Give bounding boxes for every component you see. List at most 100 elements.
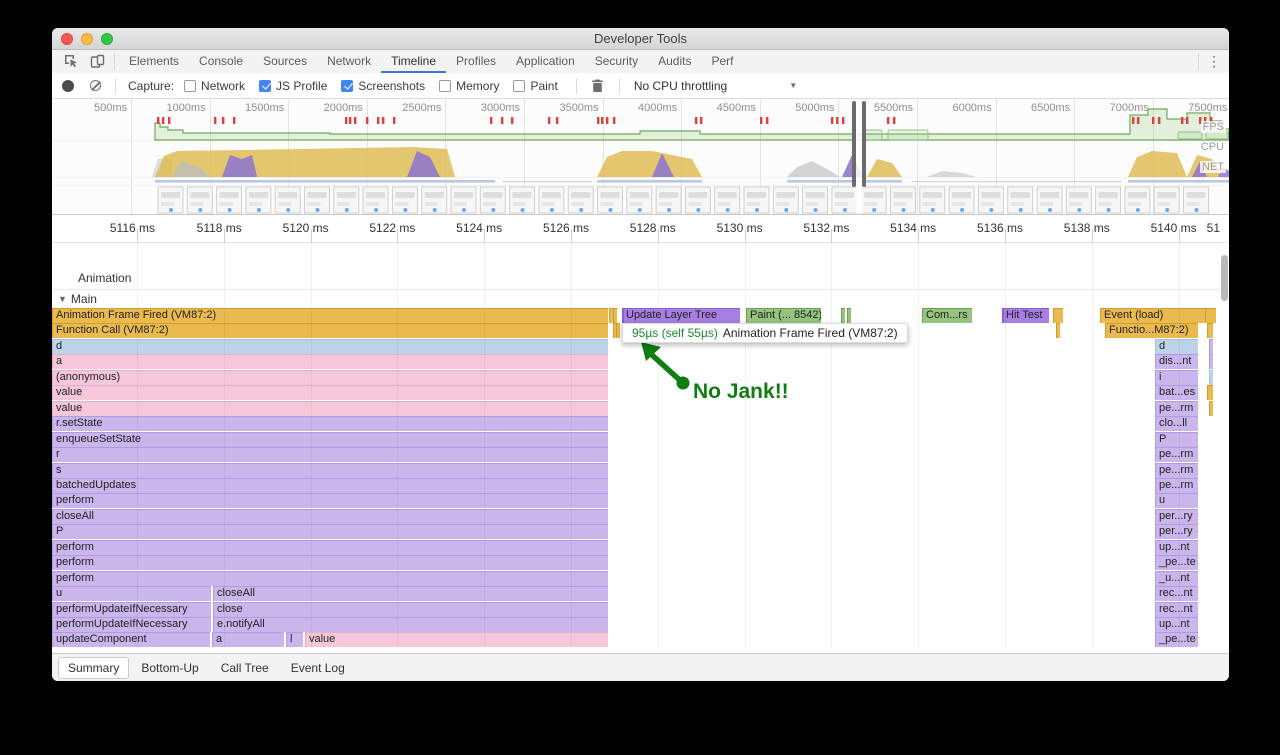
- checkbox-box-icon[interactable]: [184, 80, 196, 92]
- flame-segment-d[interactable]: d: [1155, 339, 1198, 354]
- flame-segment-up-nt[interactable]: up...nt: [1155, 617, 1198, 632]
- flame-segment-close[interactable]: close: [213, 602, 608, 617]
- minimize-button[interactable]: [81, 33, 93, 45]
- flame-segment-value[interactable]: value: [305, 632, 608, 647]
- flame-segment-pe-rm[interactable]: pe...rm: [1155, 447, 1198, 462]
- flame-segment-perform[interactable]: perform: [52, 555, 608, 570]
- flame-segment[interactable]: [613, 308, 617, 323]
- flame-segment[interactable]: [1056, 323, 1060, 338]
- checkbox-memory[interactable]: Memory: [439, 79, 499, 93]
- tab-application[interactable]: Application: [506, 50, 585, 73]
- tab-network[interactable]: Network: [317, 50, 381, 73]
- flame-segment-batchedupdates[interactable]: batchedUpdates: [52, 478, 608, 493]
- flame-segment[interactable]: [1209, 401, 1213, 416]
- flame-segment-u[interactable]: u: [1155, 493, 1198, 508]
- flame-segment-value[interactable]: value: [52, 401, 608, 416]
- flame-segment[interactable]: [1209, 370, 1213, 385]
- flame-segment-perform[interactable]: perform: [52, 493, 608, 508]
- checkbox-paint[interactable]: Paint: [513, 79, 557, 93]
- kebab-menu-icon[interactable]: ⋮: [1203, 50, 1225, 73]
- flame-segment-performupdateifnecessary[interactable]: performUpdateIfNecessary: [52, 617, 211, 632]
- flame-segment[interactable]: [1207, 323, 1213, 338]
- vertical-scrollbar[interactable]: [1221, 255, 1228, 301]
- flame-segment-function-call-vm87-2[interactable]: Function Call (VM87:2): [52, 323, 608, 338]
- flame-segment-anonymous[interactable]: (anonymous): [52, 370, 608, 385]
- flame-segment-hit-test[interactable]: Hit Test: [1002, 308, 1049, 323]
- tab-timeline[interactable]: Timeline: [381, 50, 446, 73]
- flame-segment-rec-nt[interactable]: rec...nt: [1155, 586, 1198, 601]
- flame-segment-pe-te[interactable]: _pe...te: [1155, 555, 1198, 570]
- flame-segment-r-setstate[interactable]: r.setState: [52, 416, 608, 431]
- flame-segment-rec-nt[interactable]: rec...nt: [1155, 602, 1198, 617]
- flame-segment[interactable]: [1207, 385, 1213, 400]
- flame-segment-d[interactable]: d: [52, 339, 608, 354]
- flame-segment-pe-rm[interactable]: pe...rm: [1155, 478, 1198, 493]
- flame-segment-pe-rm[interactable]: pe...rm: [1155, 401, 1198, 416]
- main-section-toggle[interactable]: ▼ Main: [58, 290, 97, 308]
- flame-segment-performupdateifnecessary[interactable]: performUpdateIfNecessary: [52, 602, 211, 617]
- details-tab-bottom-up[interactable]: Bottom-Up: [131, 657, 208, 679]
- flame-segment-a[interactable]: a: [212, 632, 284, 647]
- flame-segment[interactable]: [1209, 339, 1213, 354]
- inspect-element-icon[interactable]: [58, 50, 84, 73]
- flame-segment-enqueuesetstate[interactable]: enqueueSetState: [52, 432, 608, 447]
- flame-segment-u[interactable]: u: [52, 586, 211, 601]
- checkbox-box-icon[interactable]: [513, 80, 525, 92]
- flame-segment-bat-es[interactable]: bat...es: [1155, 385, 1198, 400]
- flame-segment[interactable]: [1209, 354, 1213, 369]
- tab-sources[interactable]: Sources: [253, 50, 317, 73]
- flame-segment-s[interactable]: s: [52, 463, 608, 478]
- details-tab-summary[interactable]: Summary: [58, 657, 129, 679]
- checkbox-box-icon[interactable]: [439, 80, 451, 92]
- timeline-overview[interactable]: 500ms1000ms1500ms2000ms2500ms3000ms3500m…: [52, 99, 1229, 215]
- flame-segment-pe-te[interactable]: _pe...te: [1155, 632, 1198, 647]
- flame-segment-dis-nt[interactable]: dis...nt: [1155, 354, 1198, 369]
- flame-segment-per-ry[interactable]: per...ry: [1155, 524, 1198, 539]
- tab-elements[interactable]: Elements: [119, 50, 189, 73]
- flame-segment-functio-m87-2[interactable]: Functio...M87:2): [1105, 323, 1198, 338]
- checkbox-box-icon[interactable]: [259, 80, 271, 92]
- flame-segment-com-rs[interactable]: Com...rs: [922, 308, 972, 323]
- flame-segment-closeall[interactable]: closeAll: [213, 586, 608, 601]
- flame-segment-closeall[interactable]: closeAll: [52, 509, 608, 524]
- flame-segment[interactable]: [1053, 308, 1063, 323]
- flame-segment-p[interactable]: P: [52, 524, 608, 539]
- trash-icon[interactable]: [585, 78, 611, 93]
- flame-segment-clo-ll[interactable]: clo...ll: [1155, 416, 1198, 431]
- device-toolbar-icon[interactable]: [84, 50, 110, 73]
- flame-segment-pe-rm[interactable]: pe...rm: [1155, 463, 1198, 478]
- flame-segment[interactable]: [616, 323, 620, 338]
- cpu-throttling-select[interactable]: No CPU throttling ▼: [634, 79, 797, 93]
- flame-segment-l[interactable]: l: [286, 632, 303, 647]
- flame-segment-value[interactable]: value: [52, 385, 608, 400]
- tab-audits[interactable]: Audits: [648, 50, 701, 73]
- flame-segment-p[interactable]: P: [1155, 432, 1198, 447]
- tab-security[interactable]: Security: [585, 50, 648, 73]
- flame-segment-e-notifyall[interactable]: e.notifyAll: [213, 617, 608, 632]
- flame-segment-animation-frame-fired-vm87-2[interactable]: Animation Frame Fired (VM87:2): [52, 308, 608, 323]
- tab-perf[interactable]: Perf: [701, 50, 743, 73]
- checkbox-box-icon[interactable]: [341, 80, 353, 92]
- tab-profiles[interactable]: Profiles: [446, 50, 506, 73]
- flame-segment-update-layer-tree[interactable]: Update Layer Tree: [622, 308, 740, 323]
- flame-segment-updatecomponent[interactable]: updateComponent: [52, 632, 210, 647]
- flame-segment-event-load[interactable]: Event (load): [1100, 308, 1205, 323]
- flame-segment-up-nt[interactable]: up...nt: [1155, 540, 1198, 555]
- record-button[interactable]: [62, 80, 74, 92]
- flame-segment[interactable]: [841, 308, 845, 323]
- zoom-button[interactable]: [101, 33, 113, 45]
- flame-segment-per-ry[interactable]: per...ry: [1155, 509, 1198, 524]
- details-tab-event-log[interactable]: Event Log: [281, 657, 355, 679]
- flame-segment-r[interactable]: r: [52, 447, 608, 462]
- checkbox-js-profile[interactable]: JS Profile: [259, 79, 327, 93]
- flame-segment-paint-8542[interactable]: Paint (... 8542): [746, 308, 821, 323]
- flame-segment-perform[interactable]: perform: [52, 571, 608, 586]
- details-tab-call-tree[interactable]: Call Tree: [211, 657, 279, 679]
- flame-segment-u-nt[interactable]: _u...nt: [1155, 571, 1198, 586]
- close-button[interactable]: [61, 33, 73, 45]
- checkbox-screenshots[interactable]: Screenshots: [341, 79, 425, 93]
- flame-segment[interactable]: [1205, 308, 1216, 323]
- tab-console[interactable]: Console: [189, 50, 253, 73]
- flame-segment[interactable]: [847, 308, 851, 323]
- flame-segment-a[interactable]: a: [52, 354, 608, 369]
